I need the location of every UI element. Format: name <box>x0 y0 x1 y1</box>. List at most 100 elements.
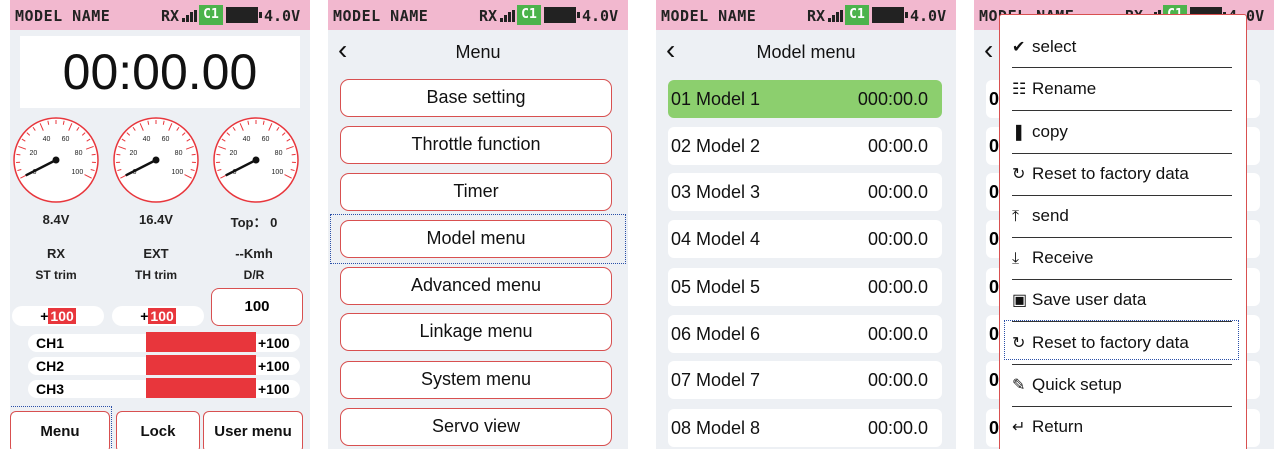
gauge-tick-label: 80 <box>175 150 183 157</box>
copy-item[interactable]: ❚ copy <box>1012 111 1232 153</box>
model-row[interactable]: 04 Model 4 00:00.0 <box>668 220 942 258</box>
item-label: send <box>1032 206 1069 225</box>
channel-value: +100 <box>258 381 290 397</box>
refresh-icon: ↻ <box>1012 335 1026 352</box>
channel-bar <box>146 355 256 375</box>
model-row[interactable]: 02 Model 2 00:00.0 <box>668 127 942 165</box>
rename-item[interactable]: ☷ Rename <box>1012 68 1232 110</box>
channel-badge: C1 <box>517 5 541 25</box>
ext-voltage: 16.4V <box>139 212 173 227</box>
copy-icon: ❚ <box>1012 124 1026 141</box>
model-time: 00:00.0 <box>867 418 928 438</box>
main-screen: MODEL NAME RX C1 4.0V 00:00.00 0 20 40 60 80… <box>10 0 310 449</box>
servo-view-button[interactable]: Servo view <box>340 408 612 446</box>
download-icon: ⤓ <box>1012 250 1020 267</box>
signal-icon <box>500 10 515 22</box>
user-menu-button[interactable]: User menu <box>203 411 303 449</box>
dr-value[interactable]: 100 <box>211 288 303 326</box>
model-time: 00:00.0 <box>867 370 928 390</box>
model-row[interactable]: 03 Model 3 00:00.0 <box>668 173 942 211</box>
item-label: Receive <box>1032 248 1094 267</box>
send-item[interactable]: ⤒ send <box>1012 195 1232 237</box>
rx-voltage: 8.4V <box>42 212 70 227</box>
model-name-label: 01 Model 1 <box>671 89 761 109</box>
model-menu-screen: MODEL NAME RX C1 4.0V ‹ Model menu 01 Mo… <box>656 0 956 449</box>
gauge-tick <box>116 153 121 156</box>
item-label: Quick setup <box>1032 375 1122 394</box>
model-name: MODEL NAME <box>333 7 429 25</box>
reset-factory-item[interactable]: ↻ Reset to factory data <box>1012 153 1232 195</box>
channel-row: CH1 +100 <box>28 332 300 352</box>
ext-label: EXT <box>143 246 169 261</box>
system-menu-button[interactable]: System menu <box>340 361 612 399</box>
model-menu-button[interactable]: Model menu <box>340 220 612 258</box>
item-label: Reset to factory data <box>1032 333 1189 352</box>
th-trim-number: 100 <box>148 308 176 324</box>
channel-badge: C1 <box>199 5 223 25</box>
back-icon[interactable]: ‹ <box>984 36 993 64</box>
save-user-data-item[interactable]: ▣ Save user data <box>1012 279 1232 321</box>
item-label: copy <box>1032 122 1068 141</box>
gauge-hub <box>52 156 60 164</box>
th-trim-label: TH trim <box>135 268 177 282</box>
select-item[interactable]: ✔ select <box>1012 26 1232 68</box>
gauge-tick-label: 40 <box>43 136 51 143</box>
base-setting-button[interactable]: Base setting <box>340 79 612 117</box>
menu-screen: MODEL NAME RX C1 4.0V ‹ Menu Base settin… <box>328 0 628 449</box>
timer-button[interactable]: Timer <box>340 173 612 211</box>
model-time: 00:00.0 <box>867 277 928 297</box>
options-popup: ✔ select ☷ Rename ❚ copy ↻ Reset to factory … <box>999 14 1247 449</box>
throttle-function-button[interactable]: Throttle function <box>340 126 612 164</box>
model-time: 00:00.0 <box>867 182 928 202</box>
st-trim-value[interactable]: +100 <box>12 306 104 326</box>
page-title: Model menu <box>756 42 856 62</box>
model-time: 00:00.0 <box>867 324 928 344</box>
model-row[interactable]: 01 Model 1 000:00.0 <box>668 80 942 118</box>
signal-icon <box>182 10 197 22</box>
battery-icon <box>872 7 908 23</box>
signal-icon <box>828 10 843 22</box>
channel-value: +100 <box>258 335 290 351</box>
advanced-menu-button[interactable]: Advanced menu <box>340 267 612 305</box>
timer-display[interactable]: 00:00.00 <box>20 36 300 108</box>
linkage-menu-button[interactable]: Linkage menu <box>340 313 612 351</box>
return-icon: ↵ <box>1012 419 1026 436</box>
model-row[interactable]: 05 Model 5 00:00.0 <box>668 268 942 306</box>
gauge-tick <box>91 153 96 156</box>
gauge-tick-label: 100 <box>72 169 84 176</box>
model-name-label: 04 Model 4 <box>671 229 761 249</box>
return-item[interactable]: ↵ Return <box>1012 406 1232 448</box>
gauge-hub <box>252 156 260 164</box>
gauge-tick-label: 20 <box>30 150 38 157</box>
check-icon: ✔ <box>1012 39 1026 56</box>
receive-item[interactable]: ⤓ Receive <box>1012 237 1232 279</box>
voltage: 4.0V <box>582 7 619 25</box>
channel-badge: C1 <box>845 5 869 25</box>
rename-icon: ☷ <box>1012 81 1027 98</box>
item-label: Return <box>1032 417 1084 436</box>
gauge-tick-label: 60 <box>262 136 270 143</box>
gauge-tick-label: 80 <box>275 150 283 157</box>
th-trim-value[interactable]: +100 <box>112 306 204 326</box>
quick-setup-item[interactable]: ✎ Quick setup <box>1012 364 1232 406</box>
gauge-tick-label: 40 <box>243 136 251 143</box>
gauge-tick <box>191 153 196 156</box>
menu-button[interactable]: Menu <box>10 411 110 449</box>
rx-label: RX <box>479 7 498 25</box>
gauge-tick <box>291 153 296 156</box>
gauge-tick-label: 20 <box>230 150 238 157</box>
lock-button[interactable]: Lock <box>116 411 200 449</box>
speed-unit: --Kmh <box>235 246 273 261</box>
model-row[interactable]: 07 Model 7 00:00.0 <box>668 361 942 399</box>
gauge-tick <box>216 153 221 156</box>
rx-label: RX <box>807 7 826 25</box>
model-row[interactable]: 08 Model 8 00:00.0 <box>668 409 942 447</box>
upload-icon: ⤒ <box>1012 208 1020 225</box>
model-row[interactable]: 06 Model 6 00:00.0 <box>668 315 942 353</box>
status-bar: MODEL NAME RX C1 4.0V <box>328 0 628 30</box>
model-name-label: 08 Model 8 <box>671 418 761 438</box>
rx-label: RX <box>161 7 180 25</box>
model-name-label: 07 Model 7 <box>671 370 761 390</box>
st-trim-number: 100 <box>48 308 76 324</box>
reset-factory-item[interactable]: ↻ Reset to factory data <box>1012 322 1232 364</box>
